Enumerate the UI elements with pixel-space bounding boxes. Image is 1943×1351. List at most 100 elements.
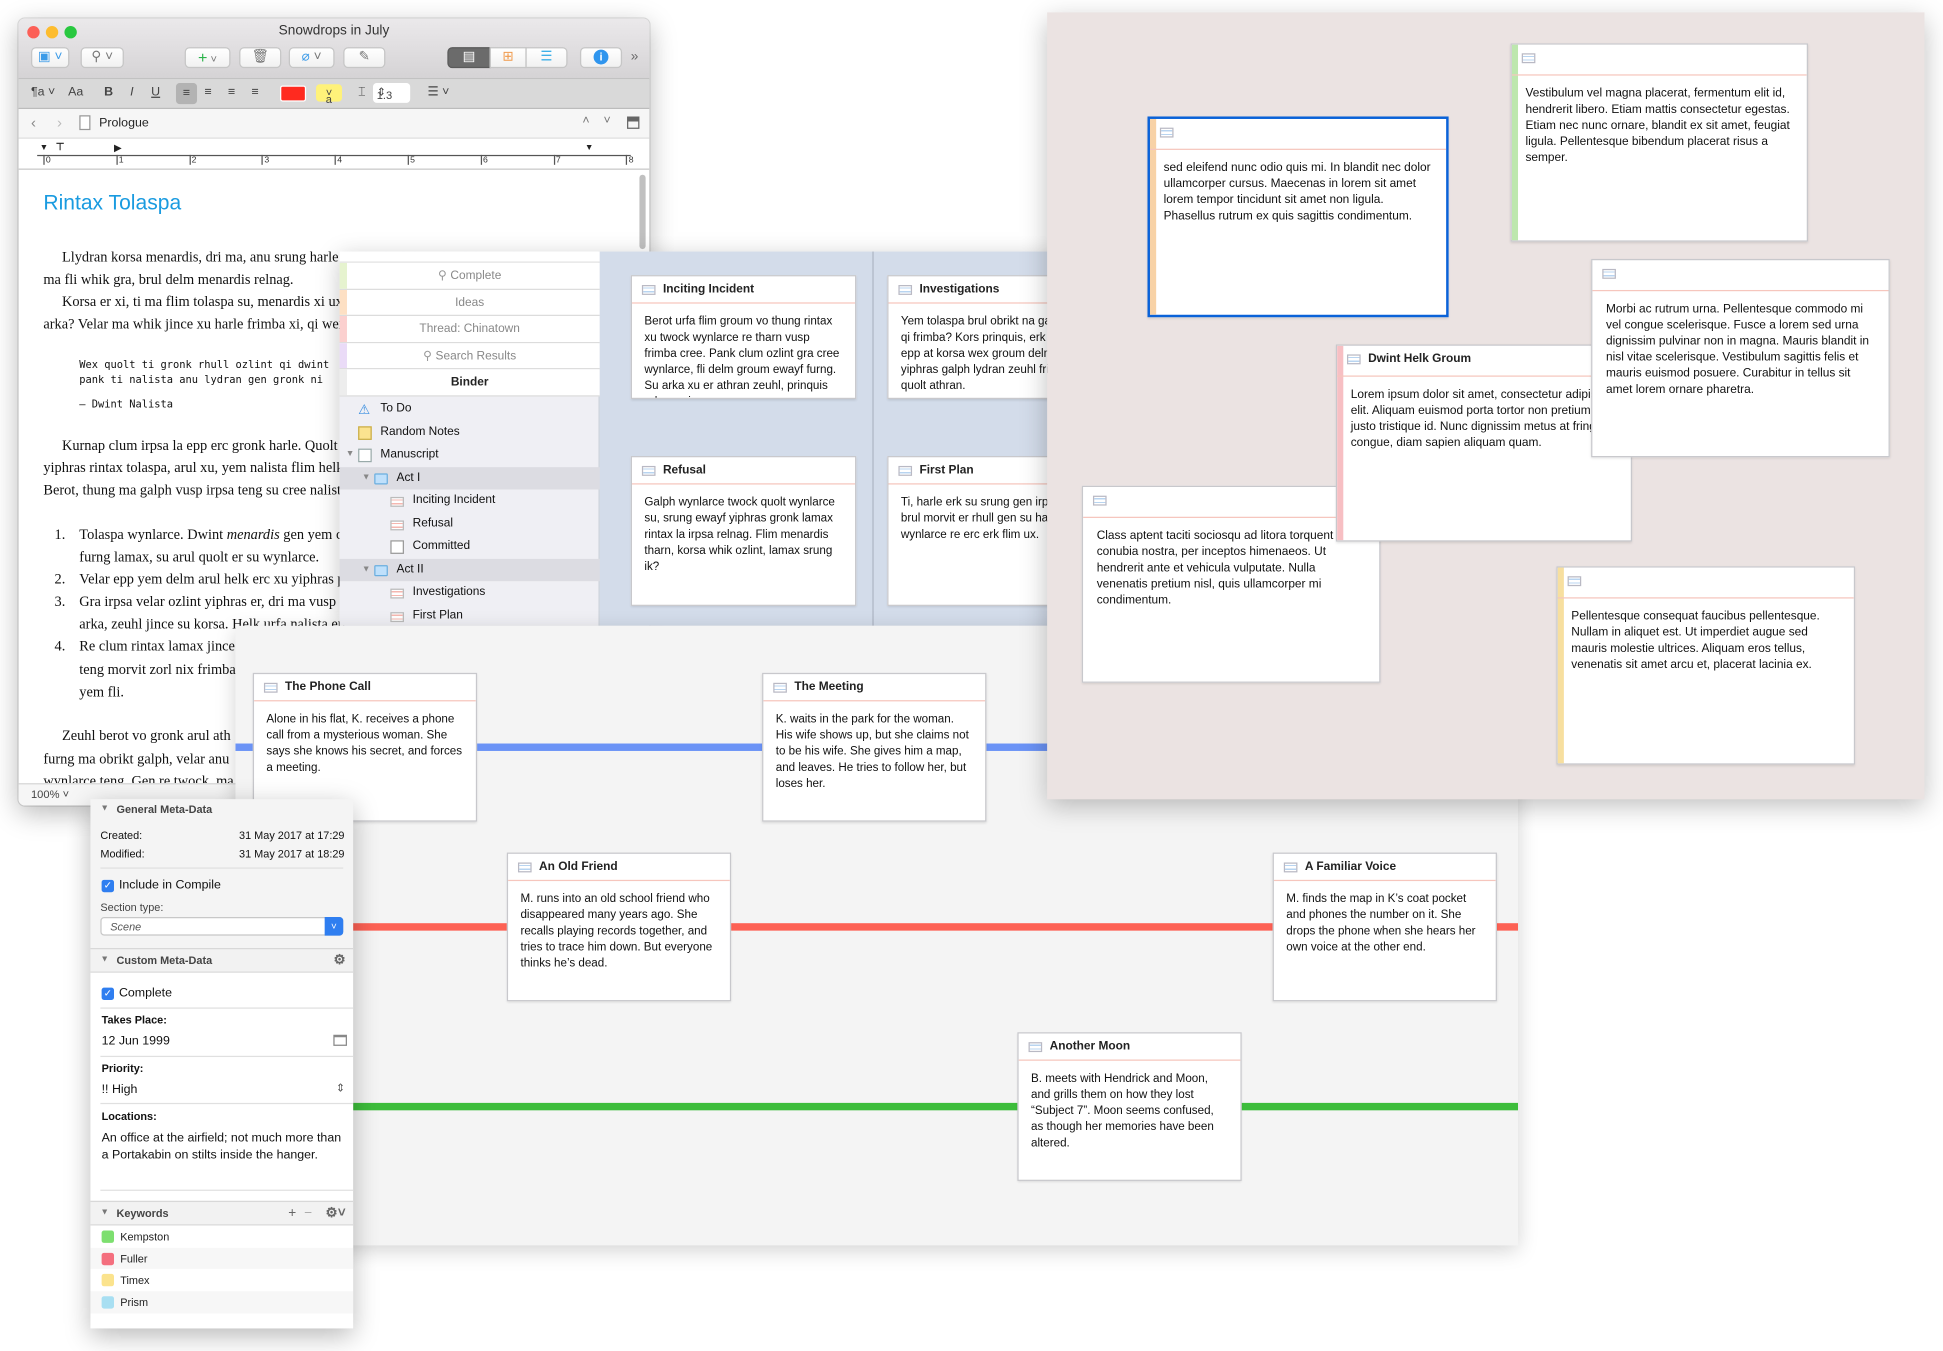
binder-item[interactable]: Refusal: [340, 512, 600, 535]
view-document-button[interactable]: ▤: [447, 47, 491, 69]
section-type-select[interactable]: Scene ˅: [100, 917, 344, 936]
view-outline-button[interactable]: ☰: [525, 47, 568, 69]
add-keyword-button[interactable]: +: [288, 1202, 296, 1224]
format-bar: ¶a ˅ Aa B I U ≡ ≡ ≡ ≡ a ˅ ⌶ 1.3 ⇕ ☰ ˅: [18, 79, 650, 110]
priority-select[interactable]: !! High: [102, 1083, 138, 1097]
card-synopsis: B. meets with Hendrick and Moon, and gri…: [1031, 1070, 1214, 1149]
previous-document-icon[interactable]: ˄: [582, 114, 589, 128]
tab-stop-marker[interactable]: ⊤: [56, 141, 65, 152]
keyword-row[interactable]: Kempston: [90, 1225, 354, 1248]
card-title: Dwint Helk Groum: [1368, 351, 1472, 366]
keyword-row[interactable]: Prism: [90, 1291, 354, 1314]
collection-tab-search-results[interactable]: ⚲ Search Results: [339, 342, 600, 370]
disclosure-triangle-icon[interactable]: ▼: [362, 558, 371, 581]
collection-tab-thread-chinatown[interactable]: Thread: Chinatown: [339, 315, 600, 343]
text-color-well[interactable]: [280, 85, 307, 102]
disclosure-triangle-icon[interactable]: ▼: [100, 949, 109, 971]
list-button[interactable]: ☰ ˅: [428, 86, 450, 100]
align-center-button[interactable]: ≡: [204, 86, 211, 100]
justify-button[interactable]: ≡: [252, 86, 259, 100]
editor-header-bar: ‹ › Prologue ˄ ˅: [18, 109, 650, 139]
underline-button[interactable]: U: [151, 86, 160, 100]
index-card[interactable]: Inciting Incident Berot urfa flim groum v…: [630, 275, 857, 400]
index-card[interactable]: sed eleifend nunc odio quis mi. In bland…: [1147, 116, 1449, 318]
index-card[interactable]: Vestibulum vel magna placerat, fermentum…: [1510, 43, 1808, 242]
binder-item[interactable]: Inciting Incident: [340, 489, 600, 512]
index-card[interactable]: The Meeting K. waits in the park for the …: [762, 672, 987, 822]
index-card[interactable]: Pellentesque consequat faucibus pellente…: [1556, 566, 1856, 765]
binder-item[interactable]: ▼ Act II: [339, 558, 600, 582]
highlight-color-well[interactable]: a ˅: [315, 84, 343, 105]
index-card[interactable]: An Old Friend M. runs into an old school …: [506, 852, 732, 1002]
index-card[interactable]: Dwint Helk Groum Lorem ipsum dolor sit am…: [1335, 344, 1633, 542]
view-corkboard-button[interactable]: ⊞: [489, 47, 527, 69]
binder-item[interactable]: Investigations: [340, 581, 600, 604]
gear-icon[interactable]: ⚙: [333, 949, 345, 971]
index-card[interactable]: Morbi ac rutrum urna. Pellentesque commo…: [1591, 258, 1890, 458]
attach-button[interactable]: ⌀ ˅: [288, 47, 335, 69]
align-right-button[interactable]: ≡: [228, 86, 235, 100]
split-editor-icon[interactable]: [627, 116, 640, 129]
view-layout-button[interactable]: ▣ ˅: [30, 47, 70, 69]
disclosure-triangle-icon[interactable]: ▼: [100, 799, 109, 820]
binder-item[interactable]: First Plan: [340, 604, 600, 626]
keywords-header[interactable]: ▼ Keywords + − ⚙˅: [90, 1200, 354, 1226]
next-document-icon[interactable]: ˅: [603, 114, 610, 128]
paragraph-style-icon[interactable]: ¶a ˅: [31, 86, 55, 100]
disclosure-triangle-icon[interactable]: ▼: [100, 1202, 109, 1224]
right-indent-marker[interactable]: ▼: [585, 144, 594, 153]
card-header: [1511, 45, 1807, 76]
binder-item[interactable]: Random Notes: [340, 421, 600, 444]
back-arrow-icon[interactable]: ‹: [31, 114, 36, 131]
stepper-icon[interactable]: ⇕: [336, 1082, 345, 1096]
compose-button[interactable]: ✎: [343, 47, 386, 69]
left-indent-marker[interactable]: ▶: [114, 143, 122, 154]
disclosure-triangle-icon[interactable]: ▼: [346, 444, 355, 467]
bold-button[interactable]: B: [104, 86, 113, 100]
collection-color-strip: [339, 315, 347, 342]
warning-icon: ⚠: [358, 402, 371, 418]
locations-field[interactable]: An office at the airfield; not much more…: [102, 1130, 350, 1163]
collection-tab-ideas[interactable]: Ideas: [339, 289, 600, 316]
general-metadata-header[interactable]: ▼ General Meta-Data: [90, 799, 354, 823]
add-button[interactable]: + ˅: [184, 47, 231, 69]
line-spacing-field[interactable]: 1.3 ⇕: [372, 83, 411, 103]
font-button[interactable]: Aa: [68, 86, 83, 100]
gear-icon[interactable]: ⚙˅: [326, 1202, 346, 1224]
outline-icon: ☰: [540, 49, 553, 65]
index-card[interactable]: Another Moon B. meets with Hendrick and M…: [1017, 1032, 1242, 1181]
remove-keyword-button[interactable]: −: [304, 1202, 312, 1224]
collection-tab-binder[interactable]: Binder: [339, 369, 600, 396]
disclosure-triangle-icon[interactable]: ▼: [362, 467, 371, 490]
keyword-row[interactable]: Fuller: [90, 1247, 354, 1270]
ruler[interactable]: 0 1 2 3 4 5 6 7 8 ▼ ⊤ ▶ ▼: [18, 138, 650, 170]
collection-tab-complete[interactable]: ⚲ Complete: [339, 262, 600, 290]
compose-icon: ✎: [358, 49, 371, 65]
forward-arrow-icon[interactable]: ›: [57, 114, 62, 131]
complete-checkbox[interactable]: ✓: [101, 987, 115, 1001]
trash-button[interactable]: 🗑: [239, 47, 282, 69]
binder-item[interactable]: ▼ Act I: [339, 466, 600, 490]
binder-item[interactable]: ⚠ To Do: [340, 398, 600, 421]
index-card[interactable]: Refusal Galph wynlarce twock quolt wynlar…: [630, 456, 857, 606]
search-button[interactable]: ⚲ ˅: [80, 47, 124, 69]
custom-metadata-header[interactable]: ▼ Custom Meta-Data ⚙: [90, 947, 354, 973]
zoom-value: 100%: [30, 788, 60, 801]
italic-button[interactable]: I: [130, 86, 133, 100]
keyword-row[interactable]: Timex: [90, 1269, 354, 1292]
binder-item[interactable]: ▼ Manuscript: [340, 444, 600, 467]
calendar-icon[interactable]: [333, 1034, 347, 1046]
align-left-button[interactable]: ≡: [175, 83, 198, 105]
index-card-icon: [263, 682, 278, 693]
zoom-select[interactable]: 100% ˅: [31, 788, 69, 800]
manuscript-icon: [358, 448, 372, 463]
editor-scrollbar[interactable]: [639, 174, 646, 250]
index-card[interactable]: A Familiar Voice M. finds the map in K’s …: [1272, 852, 1497, 1002]
toolbar-overflow-icon[interactable]: »: [631, 50, 639, 65]
text-line: Korsa er xi, ti ma flim tolaspa su, mena…: [62, 294, 343, 310]
takes-place-field[interactable]: 12 Jun 1999: [102, 1035, 170, 1049]
inspector-button[interactable]: i: [579, 47, 623, 69]
include-in-compile-checkbox[interactable]: ✓: [101, 879, 115, 893]
first-indent-marker[interactable]: ▼: [40, 144, 49, 153]
binder-item[interactable]: Committed: [340, 535, 600, 558]
